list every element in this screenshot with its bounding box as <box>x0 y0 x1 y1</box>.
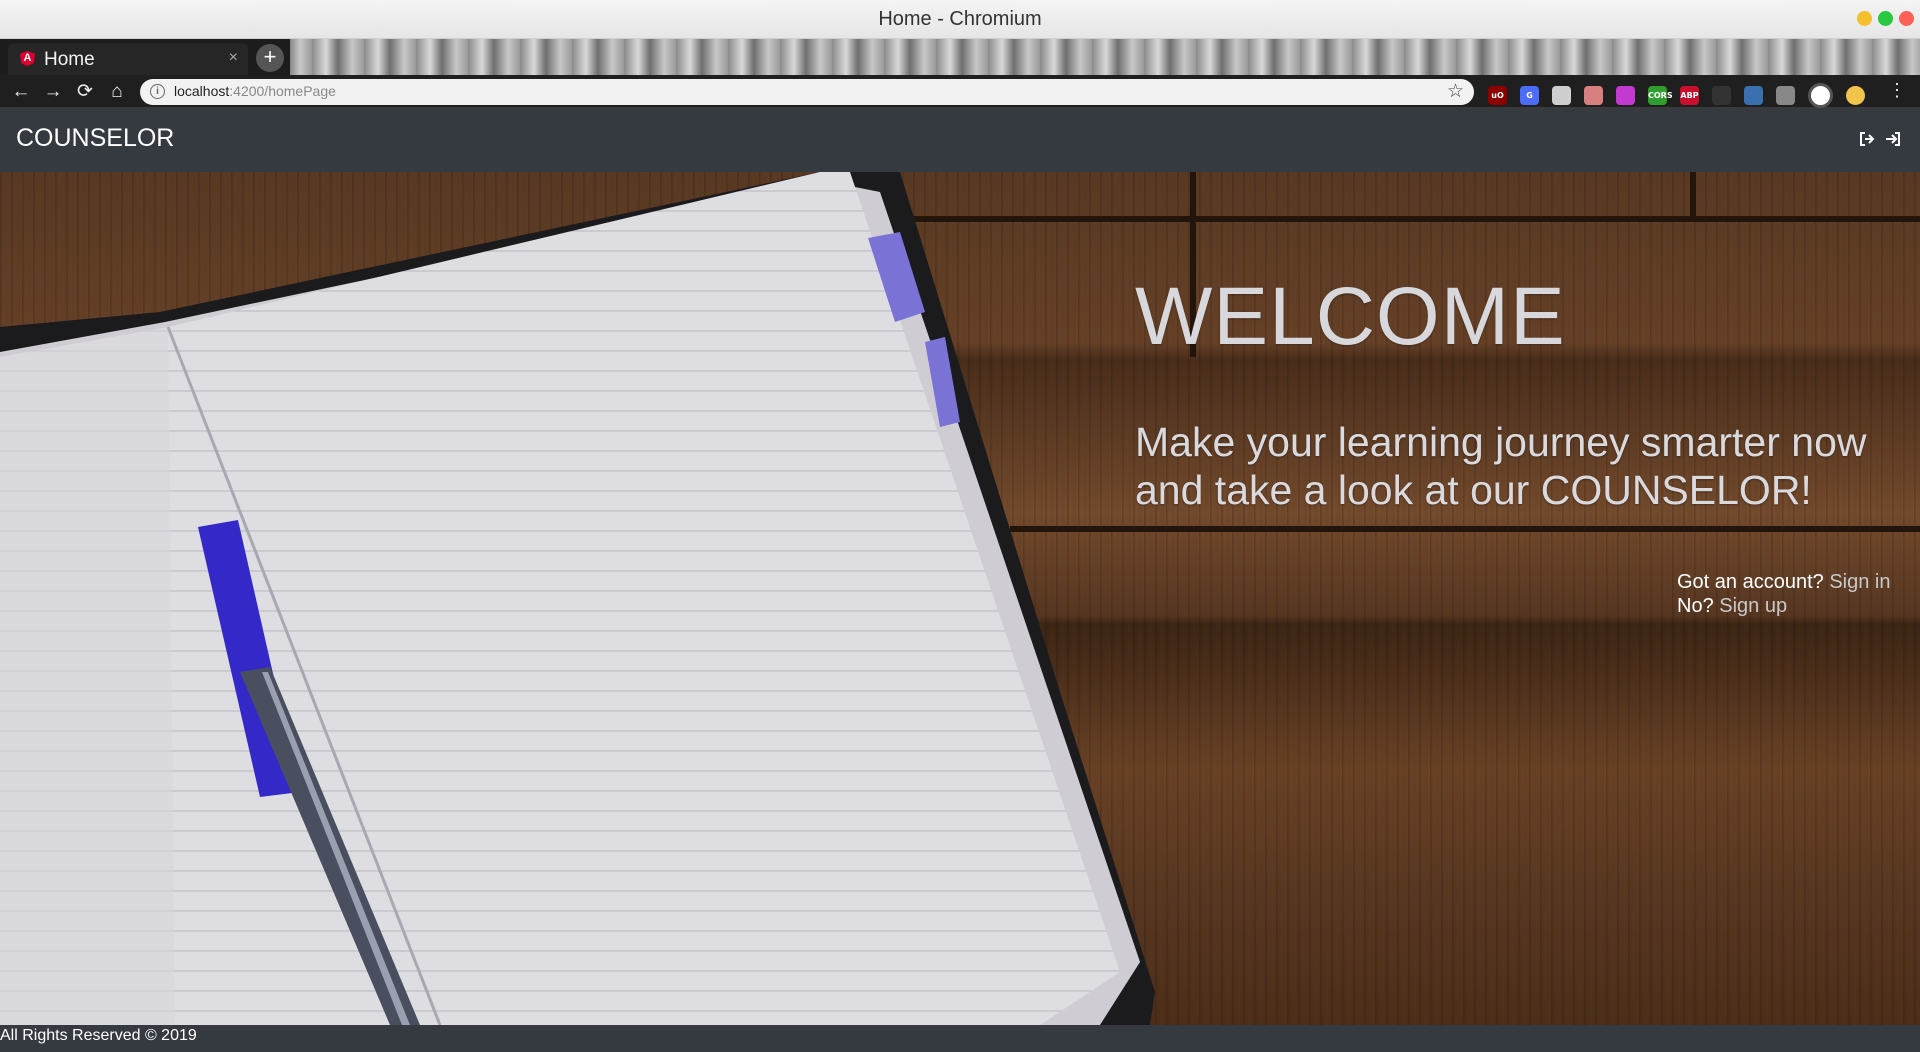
back-arrow-icon[interactable]: ← <box>8 79 34 105</box>
plank-gap <box>1010 526 1920 532</box>
chrome-icon[interactable] <box>1808 83 1833 108</box>
ublock-icon[interactable]: uO <box>1488 86 1507 105</box>
sign-up-prompt: No? Sign up <box>1677 595 1787 618</box>
translate-icon[interactable]: G <box>1520 86 1539 105</box>
extension-icons: uO G CORS ABP <box>1488 83 1865 108</box>
address-path: :4200/homePage <box>229 83 336 99</box>
hero-background <box>0 172 1920 1025</box>
close-button[interactable] <box>1899 11 1914 26</box>
browser-toolbar: ← → ⟳ ⌂ i localhost:4200/homePage ☆ uO G C… <box>0 75 1920 109</box>
extension-icon-5[interactable] <box>1616 86 1635 105</box>
sign-in-icon[interactable] <box>1884 131 1902 149</box>
extension-icon-9[interactable] <box>1744 86 1763 105</box>
window-title: Home - Chromium <box>878 8 1042 30</box>
hero-tagline: Make your learning journey smarter now a… <box>1135 419 1867 513</box>
cors-icon[interactable]: CORS <box>1648 86 1673 105</box>
sign-up-link[interactable]: Sign up <box>1719 595 1787 617</box>
new-tab-button[interactable]: + <box>256 44 284 72</box>
plank-gap <box>900 216 1920 222</box>
site-footer: All Rights Reserved © 2019 <box>0 1025 1920 1052</box>
brand-logo[interactable]: COUNSELOR <box>16 124 174 153</box>
sign-in-prompt: Got an account? Sign in <box>1677 571 1891 594</box>
window-titlebar: Home - Chromium <box>0 0 1920 39</box>
maximize-button[interactable] <box>1878 11 1893 26</box>
adblock-plus-icon[interactable]: ABP <box>1680 86 1699 105</box>
address-bar[interactable]: i localhost:4200/homePage ☆ <box>140 79 1474 105</box>
site-info-icon[interactable]: i <box>150 84 165 99</box>
angular-icon: A <box>20 51 35 66</box>
address-url[interactable]: localhost:4200/homePage <box>174 83 336 99</box>
tab-home[interactable]: A Home × <box>8 43 248 75</box>
reload-icon[interactable]: ⟳ <box>72 79 98 105</box>
tab-close-icon[interactable]: × <box>229 49 238 67</box>
minimize-button[interactable] <box>1857 11 1872 26</box>
bookmark-star-icon[interactable]: ☆ <box>1447 80 1464 103</box>
sign-out-icon[interactable] <box>1858 131 1876 149</box>
account-prompt: Got an account? <box>1677 571 1824 593</box>
window-controls <box>1857 11 1914 26</box>
address-host: localhost <box>174 83 230 99</box>
menu-dots-icon[interactable]: ⋮ <box>1888 80 1906 101</box>
forward-arrow-icon[interactable]: → <box>40 79 66 105</box>
plank-gap <box>1690 172 1696 216</box>
profile-avatar-icon[interactable] <box>1846 86 1865 105</box>
extension-icon-8[interactable] <box>1712 86 1731 105</box>
extension-icon-3[interactable] <box>1552 86 1571 105</box>
no-account-prompt: No? <box>1677 595 1714 617</box>
tab-strip: A Home × + <box>0 39 1920 75</box>
welcome-heading: WELCOME <box>1135 271 1566 362</box>
sign-in-link[interactable]: Sign in <box>1829 571 1890 593</box>
home-icon[interactable]: ⌂ <box>104 79 130 105</box>
pencil-icon[interactable] <box>1584 86 1603 105</box>
footer-copyright: All Rights Reserved © 2019 <box>0 1027 197 1044</box>
download-icon[interactable] <box>1776 86 1795 105</box>
tab-title: Home <box>44 49 95 70</box>
site-navbar: COUNSELOR <box>0 109 1920 172</box>
